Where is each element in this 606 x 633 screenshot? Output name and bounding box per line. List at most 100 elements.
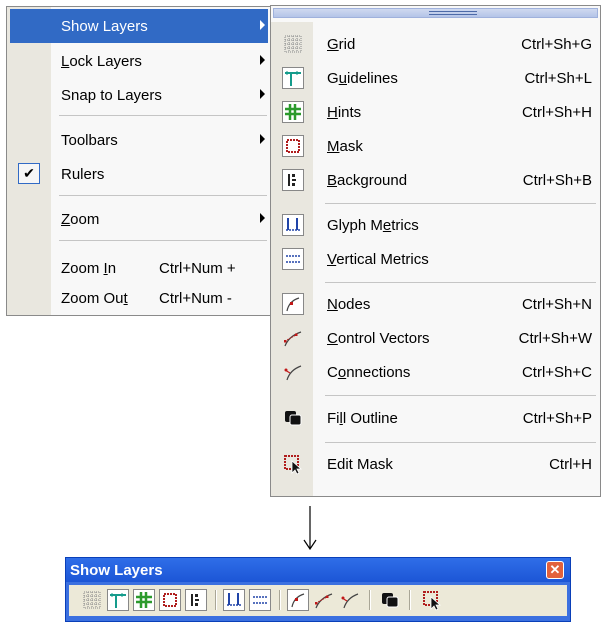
toolbar-title-bar[interactable]: Show Layers ✕ <box>66 558 570 582</box>
show-layers-toolbar-window: Show Layers ✕ <box>65 557 571 622</box>
menu-separator <box>325 282 596 283</box>
menu-item-zoom[interactable]: Zoom <box>7 202 271 236</box>
menu-item-toolbars[interactable]: Toolbars <box>7 123 271 157</box>
menu-separator <box>325 203 596 204</box>
menu-item-hints[interactable]: Hints Ctrl+Sh+H <box>271 96 600 130</box>
guidelines-icon <box>282 67 304 89</box>
fill-outline-icon <box>282 407 304 429</box>
menu-item-label: Lock Layers <box>61 52 142 70</box>
show-layers-submenu: Grid Ctrl+Sh+G Guidelines Ctrl+Sh+L Hint… <box>270 5 601 497</box>
grid-icon <box>282 33 304 55</box>
edit-mask-icon <box>282 453 304 475</box>
toolbar-separator <box>409 590 411 610</box>
menu-item-label: Rulers <box>61 165 105 183</box>
menu-item-shortcut: Ctrl+Num - <box>159 289 232 307</box>
toolbar-mask-button[interactable] <box>159 589 181 611</box>
submenu-arrow-icon <box>260 89 265 99</box>
menu-item-label: Control Vectors <box>327 330 430 347</box>
menu-separator <box>59 195 267 196</box>
menu-item-edit-mask[interactable]: Edit Mask Ctrl+H <box>271 448 600 482</box>
menu-item-snap-to-layers[interactable]: Snap to Layers <box>7 78 271 112</box>
toolbar-title: Show Layers <box>70 562 163 579</box>
menu-item-label: Zoom In <box>61 259 117 277</box>
menu-item-label: Snap to Layers <box>61 86 162 104</box>
menu-item-mask[interactable]: Mask <box>271 130 600 164</box>
menu-item-show-layers[interactable]: Show Layers <box>10 9 268 43</box>
mask-icon <box>282 135 304 157</box>
toolbar-separator <box>279 590 281 610</box>
menu-item-label: Vertical Metrics <box>327 251 429 268</box>
close-icon[interactable]: ✕ <box>546 561 564 579</box>
grip-icon <box>429 11 477 15</box>
toolbar-separator <box>215 590 217 610</box>
menu-item-label: Glyph Metrics <box>327 217 419 234</box>
toolbar-edit-mask-button[interactable] <box>421 589 443 611</box>
menu-item-shortcut: Ctrl+Sh+B <box>522 172 592 189</box>
menu-item-label: Zoom <box>61 210 100 228</box>
glyph-metrics-icon <box>282 214 304 236</box>
menu-item-shortcut: Ctrl+Sh+N <box>521 296 592 313</box>
menu-item-label: Mask <box>327 138 363 155</box>
toolbar-glyph-metrics-button[interactable] <box>223 589 245 611</box>
menu-item-label: Nodes <box>327 296 371 313</box>
menu-item-guidelines[interactable]: Guidelines Ctrl+Sh+L <box>271 62 600 96</box>
menu-item-label: Hints <box>327 104 362 121</box>
menu-item-nodes[interactable]: Nodes Ctrl+Sh+N <box>271 288 600 322</box>
menu-item-fill-outline[interactable]: Fill Outline Ctrl+Sh+P <box>271 402 600 436</box>
menu-item-label: Connections <box>327 364 411 381</box>
hints-icon <box>282 101 304 123</box>
toolbar-background-button[interactable] <box>185 589 207 611</box>
toolbar-body <box>69 585 567 616</box>
menu-item-shortcut: Ctrl+Sh+W <box>518 330 592 347</box>
toolbar-control-vectors-button[interactable] <box>313 589 335 611</box>
menu-item-shortcut: Ctrl+Sh+P <box>522 410 592 427</box>
toolbar-fill-outline-button[interactable] <box>379 589 401 611</box>
menu-item-label: Background <box>327 172 408 189</box>
toolbar-guidelines-button[interactable] <box>107 589 129 611</box>
submenu-arrow-icon <box>260 20 265 30</box>
toolbar-separator <box>369 590 371 610</box>
menu-item-shortcut: Ctrl+Num + <box>159 259 236 277</box>
vertical-metrics-icon <box>282 248 304 270</box>
menu-separator <box>325 395 596 396</box>
menu-item-label: Show Layers <box>61 17 148 35</box>
menu-item-shortcut: Ctrl+Sh+H <box>521 104 592 121</box>
background-icon <box>282 169 304 191</box>
menu-item-background[interactable]: Background Ctrl+Sh+B <box>271 164 600 198</box>
submenu-arrow-icon <box>260 134 265 144</box>
menu-item-vertical-metrics[interactable]: Vertical Metrics <box>271 243 600 277</box>
menu-item-label: Edit Mask <box>327 456 393 473</box>
toolbar-vertical-metrics-button[interactable] <box>249 589 271 611</box>
menu-item-label: Grid <box>327 36 356 53</box>
menu-item-shortcut: Ctrl+Sh+C <box>521 364 592 381</box>
menu-item-label: Zoom Out <box>61 289 128 307</box>
menu-item-grid[interactable]: Grid Ctrl+Sh+G <box>271 28 600 62</box>
toolbar-hints-button[interactable] <box>133 589 155 611</box>
down-arrow-icon <box>302 506 318 551</box>
menu-item-zoom-in[interactable]: Zoom In Ctrl+Num + <box>7 251 271 285</box>
menu-separator <box>59 240 267 241</box>
menu-item-lock-layers[interactable]: Lock Layers <box>7 44 271 78</box>
menu-item-label: Toolbars <box>61 131 118 149</box>
menu-item-rulers[interactable]: ✔ Rulers <box>7 157 271 191</box>
menu-item-shortcut: Ctrl+Sh+G <box>521 36 592 53</box>
nodes-icon <box>282 293 304 315</box>
menu-item-label: Fill Outline <box>327 410 398 427</box>
toolbar-grid-button[interactable] <box>81 589 103 611</box>
menu-item-connections[interactable]: Connections Ctrl+Sh+C <box>271 356 600 390</box>
connections-icon <box>282 361 304 383</box>
menu-item-glyph-metrics[interactable]: Glyph Metrics <box>271 209 600 243</box>
toolbar-connections-button[interactable] <box>339 589 361 611</box>
menu-separator <box>325 442 596 443</box>
submenu-arrow-icon <box>260 55 265 65</box>
tear-off-grip[interactable] <box>273 8 598 18</box>
submenu-arrow-icon <box>260 213 265 223</box>
menu-item-label: Guidelines <box>327 70 398 87</box>
menu-item-control-vectors[interactable]: Control Vectors Ctrl+Sh+W <box>271 322 600 356</box>
menu-item-shortcut: Ctrl+H <box>549 456 592 473</box>
checkmark-icon: ✔ <box>18 163 40 184</box>
control-vectors-icon <box>282 327 304 349</box>
view-menu: Show Layers Lock Layers Snap to Layers T… <box>6 6 272 316</box>
toolbar-nodes-button[interactable] <box>287 589 309 611</box>
menu-item-zoom-out[interactable]: Zoom Out Ctrl+Num - <box>7 281 271 315</box>
